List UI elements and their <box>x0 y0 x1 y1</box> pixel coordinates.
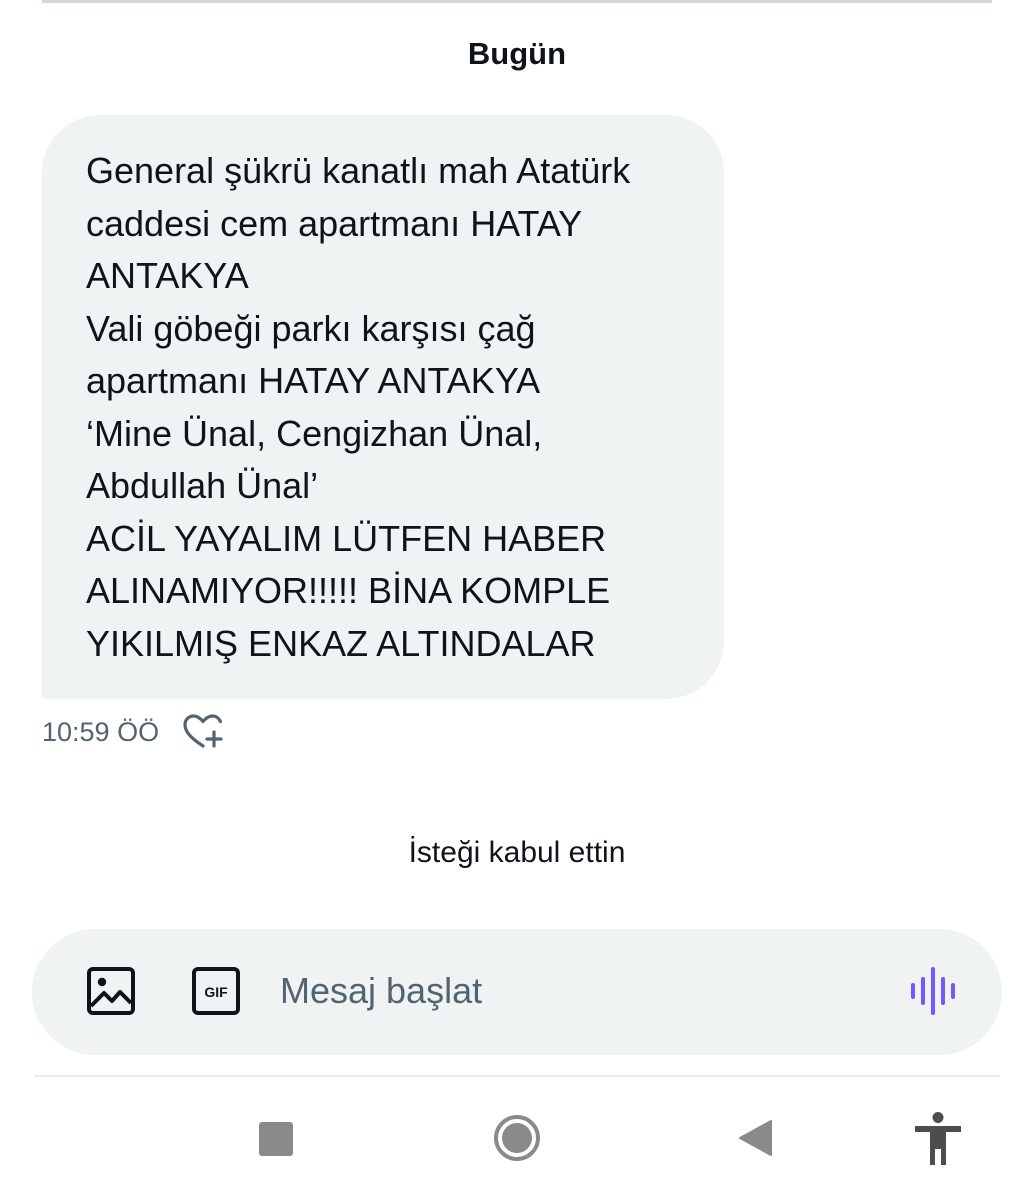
message-composer: GIF <box>32 929 1002 1055</box>
system-navigation-bar <box>0 1078 1034 1200</box>
message-bubble[interactable]: General şükrü kanatlı mah Atatürk caddes… <box>42 115 724 699</box>
date-header: Bugün <box>467 36 567 71</box>
message-line: caddesi cem apartmanı HATAY <box>86 202 583 244</box>
heart-plus-icon[interactable] <box>181 712 225 752</box>
dm-conversation-screen: Bugün General şükrü kanatlı mah Atatürk … <box>0 0 1034 1200</box>
message-line: YIKILMIŞ ENKAZ ALTINDALAR <box>86 622 596 664</box>
message-line: ‘Mine Ünal, Cengizhan Ünal, <box>86 412 543 454</box>
message-input[interactable] <box>280 965 880 1017</box>
message-timestamp: 10:59 ÖÖ <box>42 716 160 747</box>
message-line: General şükrü kanatlı mah Atatürk <box>86 150 631 191</box>
message-line: Abdullah Ünal’ <box>86 465 319 506</box>
voice-waveform-icon[interactable] <box>908 966 958 1016</box>
accessibility-person-icon[interactable] <box>912 1111 964 1167</box>
message-line: ACİL YAYALIM LÜTFEN HABER <box>86 517 607 559</box>
message-line: Vali göbeği parkı karşısı çağ <box>86 307 536 349</box>
square-recents-icon[interactable] <box>259 1122 293 1156</box>
triangle-back-icon[interactable] <box>737 1119 773 1157</box>
message-line: apartmanı HATAY ANTAKYA <box>86 360 541 401</box>
message-meta: 10:59 ÖÖ <box>42 712 225 752</box>
bottom-divider <box>34 1075 1000 1077</box>
svg-text:GIF: GIF <box>204 984 228 1000</box>
circle-home-icon[interactable] <box>493 1114 541 1162</box>
image-icon[interactable] <box>86 966 136 1016</box>
system-message: İsteği kabul ettin <box>408 836 626 869</box>
top-divider <box>42 0 992 3</box>
message-line: ANTAKYA <box>86 255 249 296</box>
message-line: ALINAMIYOR!!!!! BİNA KOMPLE <box>86 570 611 611</box>
gif-icon[interactable]: GIF <box>191 966 241 1016</box>
